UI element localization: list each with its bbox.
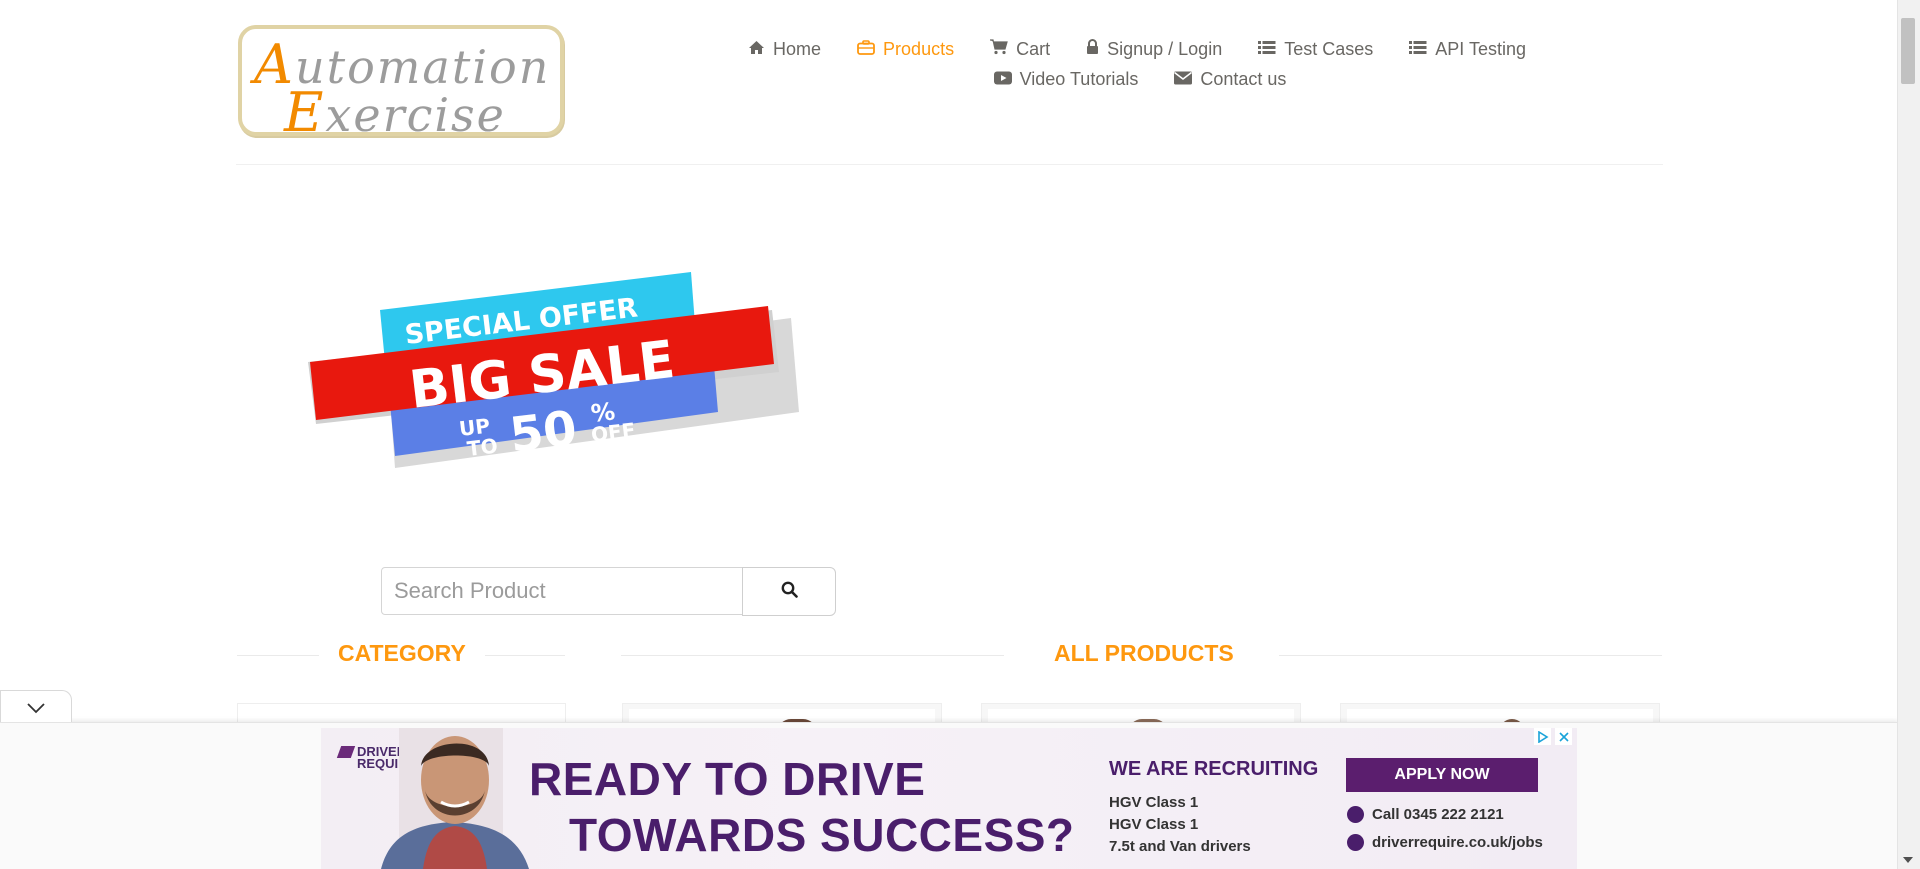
- nav-label-contact-us: Contact us: [1200, 68, 1287, 89]
- product-card[interactable]: [622, 703, 942, 733]
- phone-icon: [1347, 806, 1364, 823]
- list-icon: [1258, 39, 1276, 60]
- ad-headline-1: READY TO DRIVE: [529, 753, 926, 805]
- ad-collapse-toggle[interactable]: [0, 690, 72, 722]
- main-nav: Home Products Cart Signup / Login Test C…: [740, 34, 1540, 94]
- nav-item-api-testing[interactable]: API Testing: [1391, 34, 1544, 64]
- product-card[interactable]: [981, 703, 1301, 733]
- logo-text-2: xercise: [325, 88, 506, 142]
- list-icon: [1409, 39, 1427, 60]
- ad-role: 7.5t and Van drivers: [1109, 838, 1251, 855]
- cart-icon: [990, 38, 1008, 60]
- all-products-rule-left: [621, 655, 1004, 656]
- ad-phone-label: Call 0345 222 2121: [1372, 806, 1504, 823]
- nav-item-home[interactable]: Home: [730, 34, 839, 64]
- ad-phone[interactable]: Call 0345 222 2121: [1347, 806, 1504, 823]
- ad-role: HGV Class 1: [1109, 794, 1199, 811]
- all-products-title: All Products: [1054, 640, 1234, 666]
- logo-line-2: Exercise: [284, 81, 506, 144]
- nav-label-test-cases: Test Cases: [1284, 38, 1374, 59]
- ad-choices-icon[interactable]: [1534, 728, 1551, 745]
- site-logo[interactable]: Automation Exercise: [238, 25, 564, 144]
- ad-person-image: [361, 728, 551, 869]
- page-scrollbar[interactable]: [1897, 0, 1920, 869]
- nav-label-video-tutorials: Video Tutorials: [1019, 68, 1139, 89]
- all-products-rule-right: [1279, 655, 1662, 656]
- search-product-input[interactable]: [381, 567, 745, 615]
- products-icon: [857, 39, 875, 60]
- category-title-rule-right: [485, 655, 565, 656]
- nav-label-api-testing: API Testing: [1435, 38, 1526, 59]
- chevron-down-icon: [27, 701, 45, 719]
- nav-label-cart: Cart: [1016, 38, 1051, 59]
- nav-label-products: Products: [883, 38, 955, 59]
- ad-role: HGV Class 1: [1109, 816, 1199, 833]
- nav-item-cart[interactable]: Cart: [972, 34, 1068, 64]
- header-divider: [236, 164, 1663, 165]
- scroll-down-arrow-icon[interactable]: [1903, 857, 1913, 863]
- search-button[interactable]: [742, 567, 836, 616]
- banner-to: TO: [466, 434, 499, 461]
- nav-label-home: Home: [773, 38, 822, 59]
- page: Automation Exercise Home Products Cart S…: [0, 0, 1898, 869]
- sale-banner: SPECIAL OFFER BIG SALE UP TO 50 % OFF: [300, 262, 800, 492]
- nav-item-video-tutorials[interactable]: Video Tutorials: [976, 64, 1157, 94]
- category-panel: [237, 703, 566, 723]
- ad-headline-2: TOWARDS SUCCESS?: [569, 809, 1075, 861]
- ad-apply-now-button[interactable]: APPLY NOW: [1346, 758, 1538, 792]
- ad-website-label: driverrequire.co.uk/jobs: [1372, 834, 1543, 851]
- nav-row-1: Home Products Cart Signup / Login Test C…: [734, 34, 1540, 64]
- scrollbar-thumb[interactable]: [1901, 18, 1915, 84]
- globe-icon: [1347, 834, 1364, 851]
- ad-brand-mark-icon: [336, 746, 356, 758]
- ad-recruiting: WE ARE RECRUITING: [1109, 758, 1319, 780]
- category-title-rule-left: [237, 655, 319, 656]
- nav-item-test-cases[interactable]: Test Cases: [1240, 34, 1391, 64]
- nav-label-signup-login: Signup / Login: [1107, 38, 1223, 59]
- nav-item-signup-login[interactable]: Signup / Login: [1068, 34, 1240, 64]
- nav-item-products[interactable]: Products: [839, 34, 972, 64]
- nav-item-contact-us[interactable]: Contact us: [1156, 64, 1304, 94]
- search-icon: [781, 581, 798, 603]
- advertisement-banner[interactable]: DRIVER REQUIRE READY TO DRIVE TOWARDS SU…: [321, 728, 1577, 869]
- category-title: Category: [338, 640, 466, 666]
- envelope-icon: [1174, 69, 1193, 90]
- banner-fifty: 50: [507, 400, 580, 464]
- nav-row-2: Video Tutorials Contact us: [740, 64, 1540, 94]
- product-card[interactable]: [1340, 703, 1660, 733]
- ad-close-icon[interactable]: [1555, 728, 1572, 745]
- home-icon: [748, 39, 765, 60]
- logo-initial-e: E: [284, 81, 326, 144]
- ad-website[interactable]: driverrequire.co.uk/jobs: [1347, 834, 1543, 851]
- lock-icon: [1086, 38, 1099, 60]
- banner-off: OFF: [590, 418, 637, 447]
- youtube-icon: [993, 69, 1012, 90]
